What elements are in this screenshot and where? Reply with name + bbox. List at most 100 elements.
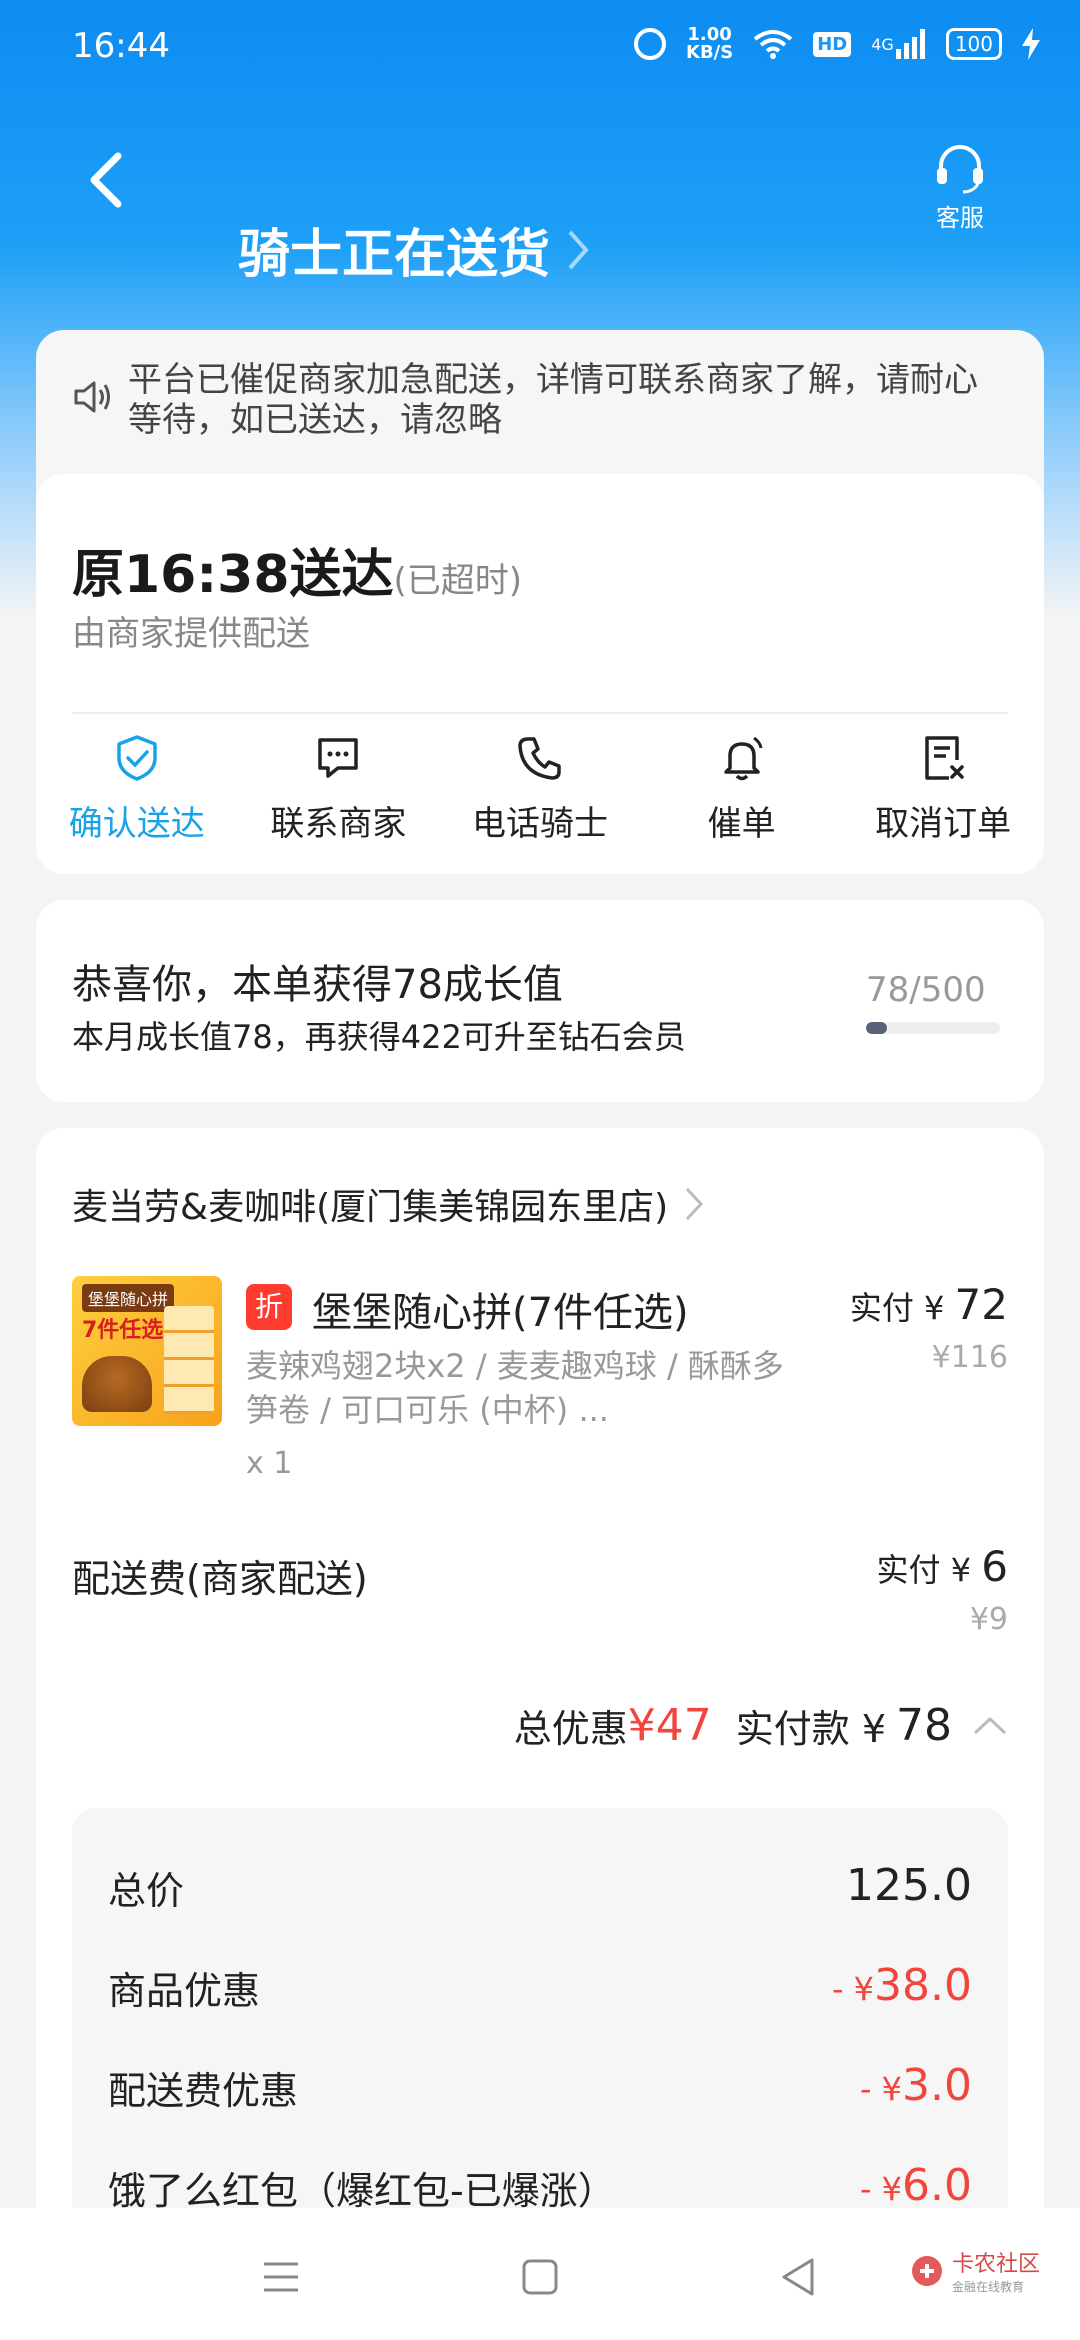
divider xyxy=(72,712,1008,714)
breakdown-value: - ¥3.0 xyxy=(860,2060,972,2111)
signal-icon: 4G xyxy=(871,29,926,59)
urge-order-label: 催单 xyxy=(707,804,776,844)
status-icons: 1.00 KB/S HD 4G 100 xyxy=(634,26,1040,62)
breakdown-label: 饿了么红包（爆红包-已爆涨） xyxy=(108,2169,616,2213)
chevron-right-icon xyxy=(686,1187,704,1221)
burger-graphic xyxy=(82,1356,152,1412)
breakdown-row-product-discount: 商品优惠 - ¥38.0 xyxy=(108,1960,972,2020)
wifi-icon xyxy=(753,29,793,59)
bell-icon xyxy=(723,736,763,781)
chat-icon xyxy=(318,738,359,778)
delivery-status-card: 原16:38送达(已超时) 由商家提供配送 确认送达 联系商家 电话骑士 催单 … xyxy=(36,474,1044,874)
page-title[interactable]: 骑士正在送货 xyxy=(238,212,590,287)
alarm-icon xyxy=(634,28,666,60)
charging-icon xyxy=(1022,28,1040,60)
breakdown-amount: 6.0 xyxy=(902,2160,972,2211)
product-image-title: 7件任选 xyxy=(82,1318,164,1343)
chevron-right-icon xyxy=(568,230,589,269)
breakdown-row-delivery-discount: 配送费优惠 - ¥3.0 xyxy=(108,2060,972,2120)
net-speed: 1.00 KB/S xyxy=(686,26,733,62)
growth-subtext: 本月成长值78，再获得422可升至钻石会员 xyxy=(72,1018,686,1056)
product-paid: 实付 ¥ 72 xyxy=(850,1280,1008,1329)
growth-progress-text: 78/500 xyxy=(866,970,986,1010)
cancel-order-label: 取消订单 xyxy=(875,804,1012,844)
home-nav-button[interactable] xyxy=(515,2252,565,2302)
call-rider-label: 电话骑士 xyxy=(471,804,608,844)
call-rider-button[interactable]: 电话骑士 xyxy=(439,734,641,845)
breakdown-label: 总价 xyxy=(108,1869,185,1913)
delivery-eta: 原16:38送达(已超时) xyxy=(72,532,522,607)
page-title-text: 骑士正在送货 xyxy=(238,225,551,285)
speaker-icon xyxy=(74,381,110,413)
total-paid-value: 78 xyxy=(896,1700,952,1751)
chevron-up-icon xyxy=(973,1716,1007,1734)
delivery-fee-label: 配送费(商家配送) xyxy=(72,1557,368,1601)
breakdown-label: 商品优惠 xyxy=(108,1969,261,2013)
breakdown-value: - ¥38.0 xyxy=(832,1960,972,2011)
delivery-fee-paid-value: 6 xyxy=(981,1542,1008,1591)
net-speed-unit: KB/S xyxy=(686,42,734,63)
contact-merchant-label: 联系商家 xyxy=(270,804,407,844)
menu-panel-graphic xyxy=(164,1306,214,1414)
watermark-subtitle: 金融在线教育 xyxy=(951,2280,1024,2294)
product-quantity: x 1 xyxy=(246,1446,293,1481)
delivery-fee-paid-label: 实付 ¥ xyxy=(876,1551,972,1589)
status-bar: 16:44 1.00 KB/S HD 4G 100 xyxy=(0,0,1080,96)
order-actions: 确认送达 联系商家 电话骑士 催单 取消订单 xyxy=(36,734,1044,845)
order-detail-card: 麦当劳&麦咖啡(厦门集美锦园东里店) 堡堡随心拼 7件任选 折 堡堡随心拼(7件… xyxy=(36,1128,1044,2340)
growth-progress-fill xyxy=(866,1022,887,1034)
back-arrow-icon xyxy=(90,152,122,208)
minus-prefix: - ¥ xyxy=(831,1970,875,2008)
store-link[interactable]: 麦当劳&麦咖啡(厦门集美锦园东里店) xyxy=(72,1178,704,1230)
service-label: 客服 xyxy=(936,204,984,232)
back-button[interactable] xyxy=(80,150,140,210)
discount-badge: 折 xyxy=(246,1284,292,1330)
product-paid-value: 72 xyxy=(954,1280,1008,1329)
price-summary[interactable]: 总优惠 ¥47 实付款 ¥ 78 xyxy=(514,1698,1008,1753)
total-discount-value: ¥47 xyxy=(627,1700,712,1751)
cancel-order-button[interactable]: 取消订单 xyxy=(842,734,1044,845)
contact-merchant-button[interactable]: 联系商家 xyxy=(238,734,440,845)
breakdown-value: 125.0 xyxy=(846,1860,972,1911)
battery-icon: 100 xyxy=(945,28,1002,60)
watermark-logo-icon xyxy=(911,2255,942,2286)
total-discount-label: 总优惠 xyxy=(513,1707,628,1751)
urge-order-button[interactable]: 催单 xyxy=(641,734,843,845)
menu-icon xyxy=(264,2262,298,2292)
product-paid-label: 实付 ¥ xyxy=(849,1289,945,1327)
watermark-text: 卡农社区 金融在线教育 xyxy=(952,2246,1040,2295)
headset-icon xyxy=(937,145,983,194)
breakdown-value: - ¥6.0 xyxy=(860,2160,972,2211)
confirm-delivery-button[interactable]: 确认送达 xyxy=(36,734,238,845)
hd-badge: HD xyxy=(813,31,852,57)
product-image-tag: 堡堡随心拼 xyxy=(82,1284,175,1312)
confirm-delivery-label: 确认送达 xyxy=(68,804,205,844)
growth-value-card[interactable]: 恭喜你，本单获得78成长值 本月成长值78，再获得422可升至钻石会员 78/5… xyxy=(36,900,1044,1102)
delivery-fee-paid: 实付 ¥ 6 xyxy=(877,1542,1008,1591)
watermark-title: 卡农社区 xyxy=(951,2252,1040,2277)
breakdown-label: 配送费优惠 xyxy=(108,2069,299,2113)
minus-prefix: - ¥ xyxy=(859,2070,903,2108)
minus-prefix: - ¥ xyxy=(859,2170,903,2208)
community-watermark: 卡农社区 金融在线教育 xyxy=(910,2246,1040,2295)
confirm-check-icon xyxy=(117,735,157,781)
breakdown-amount: 38.0 xyxy=(874,1960,972,2011)
customer-service-button[interactable]: 客服 xyxy=(930,144,990,233)
growth-headline: 恭喜你，本单获得78成长值 xyxy=(72,962,563,1008)
product-image[interactable]: 堡堡随心拼 7件任选 xyxy=(72,1276,222,1426)
total-paid-label: 实付款 ¥ xyxy=(735,1707,886,1751)
delivery-provider: 由商家提供配送 xyxy=(72,614,310,654)
cancel-order-icon xyxy=(925,736,964,780)
menu-nav-button[interactable] xyxy=(256,2252,306,2302)
breakdown-row-total: 总价 125.0 xyxy=(108,1860,972,1920)
signal-label: 4G xyxy=(871,34,894,54)
notice-text: 平台已催促商家加急配送，详情可联系商家了解，请耐心等待，如已送达，请忽略 xyxy=(128,360,978,440)
status-time: 16:44 xyxy=(72,26,170,66)
breakdown-amount: 3.0 xyxy=(902,2060,972,2111)
eta-text: 原16:38送达 xyxy=(72,545,394,605)
product-name: 堡堡随心拼(7件任选) xyxy=(312,1290,689,1336)
home-square-icon xyxy=(522,2259,558,2295)
product-description: 麦辣鸡翅2块x2 / 麦麦趣鸡球 / 酥酥多笋卷 / 可口可乐 (中杯) ... xyxy=(246,1347,784,1429)
store-name: 麦当劳&麦咖啡(厦门集美锦园东里店) xyxy=(72,1187,669,1228)
back-nav-button[interactable] xyxy=(774,2252,824,2302)
